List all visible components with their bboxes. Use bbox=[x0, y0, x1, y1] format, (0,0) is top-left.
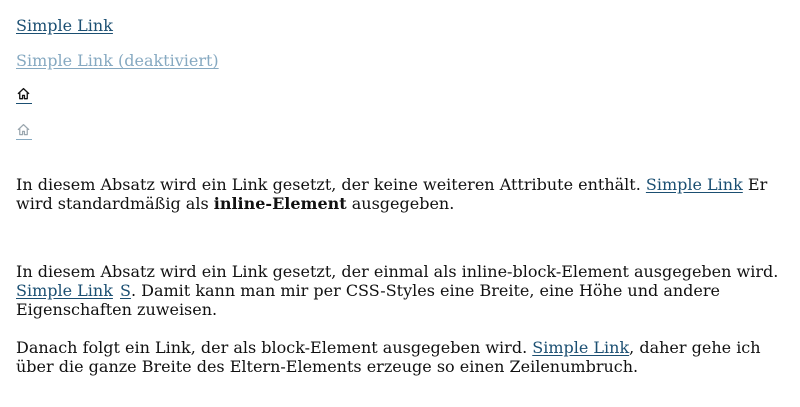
inline-block-s-link[interactable]: S bbox=[120, 281, 131, 300]
paragraph-inline-block-link: In diesem Absatz wird ein Link gesetzt, … bbox=[16, 262, 788, 319]
home-link[interactable] bbox=[16, 86, 32, 106]
home-link-underline bbox=[16, 103, 32, 104]
paragraph-block-link: Danach folgt ein Link, der als block-Ele… bbox=[16, 338, 788, 376]
paragraph-inline-link: In diesem Absatz wird ein Link gesetzt, … bbox=[16, 175, 788, 213]
page: Simple Link Simple Link (deaktiviert) In… bbox=[0, 0, 800, 407]
block-simple-link[interactable]: Simple Link bbox=[532, 338, 629, 357]
home-link-disabled bbox=[16, 122, 32, 142]
simple-link-disabled: Simple Link (deaktiviert) bbox=[16, 51, 219, 70]
home-link-disabled-underline bbox=[16, 139, 32, 140]
paragraph-text: In diesem Absatz wird ein Link gesetzt, … bbox=[16, 262, 779, 281]
paragraph-text: In diesem Absatz wird ein Link gesetzt, … bbox=[16, 175, 641, 194]
inline-simple-link[interactable]: Simple Link bbox=[646, 175, 743, 194]
home-icon bbox=[17, 124, 30, 136]
paragraph-text: ausgegeben. bbox=[346, 194, 455, 213]
simple-link[interactable]: Simple Link bbox=[16, 16, 113, 35]
inline-block-simple-link[interactable]: Simple Link bbox=[16, 281, 113, 300]
paragraph-text: Danach folgt ein Link, der als block-Ele… bbox=[16, 338, 528, 357]
home-icon bbox=[17, 87, 30, 100]
inline-element-label: inline-Element bbox=[213, 194, 347, 213]
